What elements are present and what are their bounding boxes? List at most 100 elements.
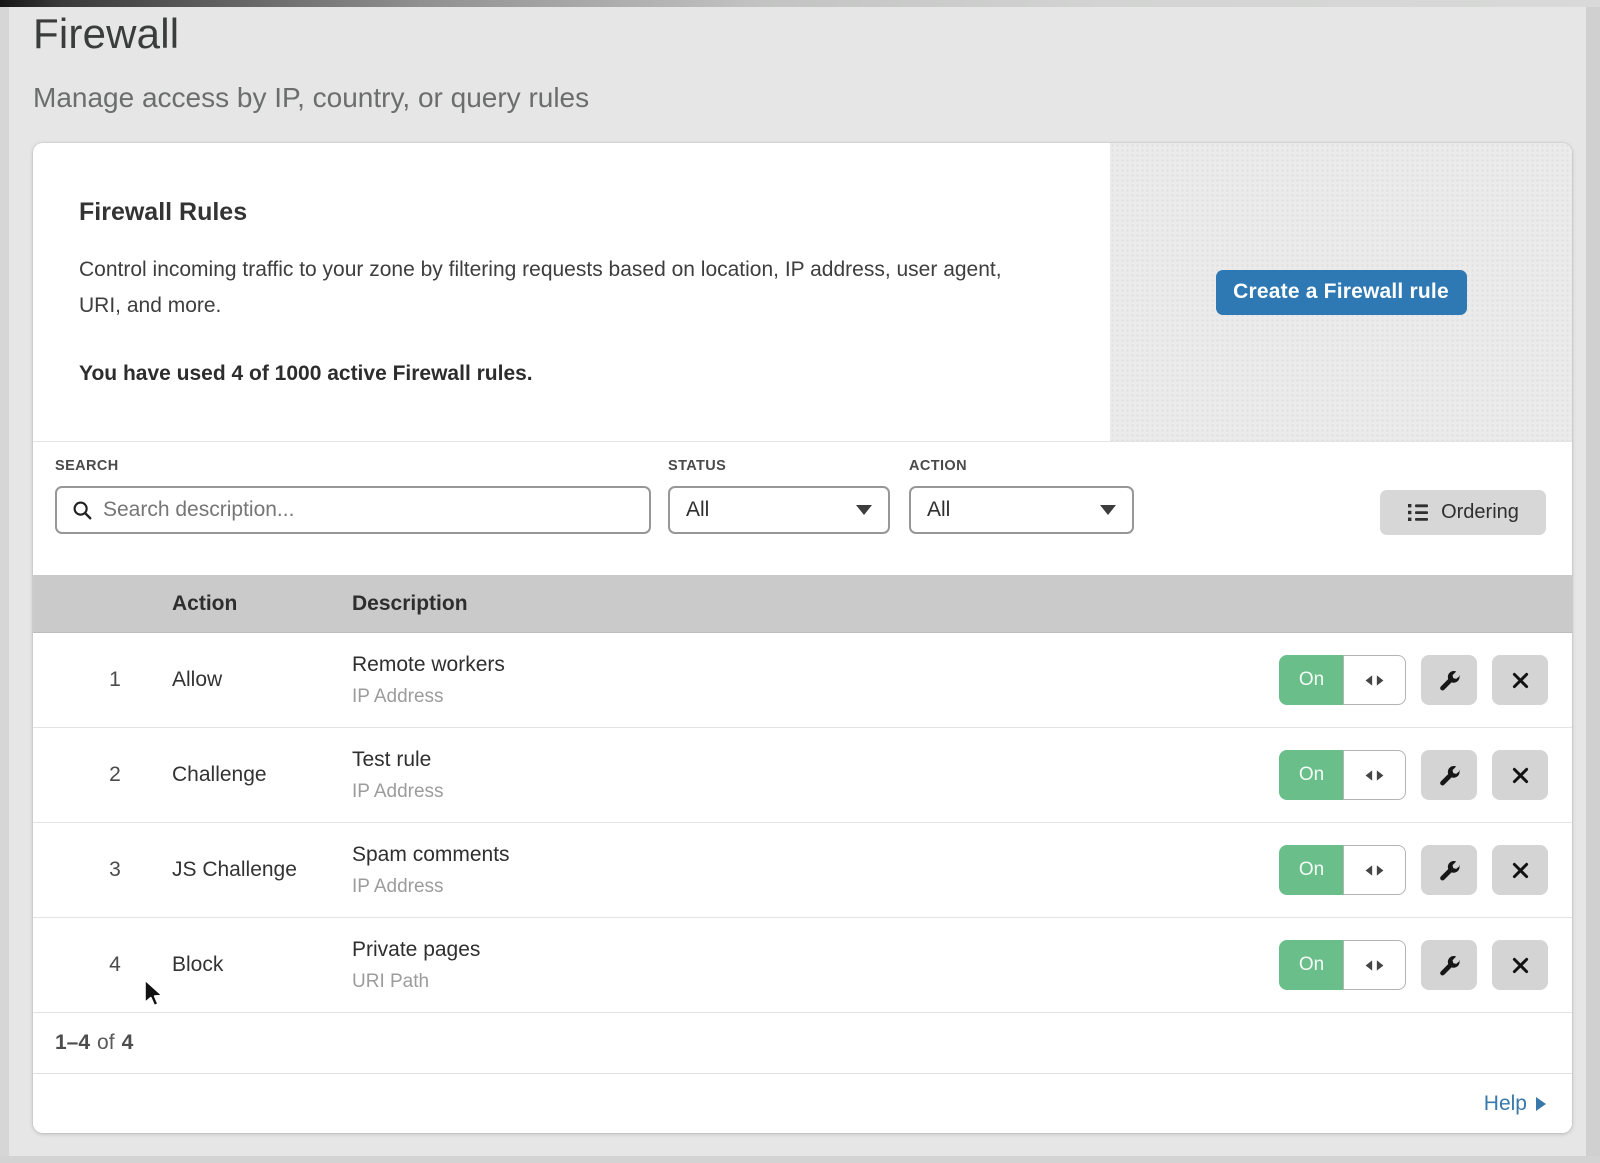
toggle-on-label: On xyxy=(1279,750,1344,800)
overview-section: Firewall Rules Control incoming traffic … xyxy=(33,143,1572,442)
search-label: SEARCH xyxy=(55,458,651,474)
page-header: Firewall Manage access by IP, country, o… xyxy=(33,10,589,114)
table-row: 2 Challenge Test rule IP Address On xyxy=(33,728,1572,823)
help-link[interactable]: Help xyxy=(1484,1092,1546,1116)
pagination-range: 1–4 xyxy=(55,1031,90,1055)
overview-text-block: Firewall Rules Control incoming traffic … xyxy=(33,143,1110,441)
create-rule-panel: Create a Firewall rule xyxy=(1110,143,1572,441)
table-row: 3 JS Challenge Spam comments IP Address … xyxy=(33,823,1572,918)
rule-match-type: IP Address xyxy=(352,876,1279,898)
usage-summary: You have used 4 of 1000 active Firewall … xyxy=(79,362,1050,386)
horizontal-arrows-icon xyxy=(1343,940,1406,990)
action-selected-value: All xyxy=(927,498,950,522)
chevron-down-icon xyxy=(856,505,872,515)
wrench-icon xyxy=(1437,668,1462,693)
help-link-label: Help xyxy=(1484,1092,1527,1116)
pagination: 1–4 of 4 xyxy=(33,1013,1572,1073)
search-filter: SEARCH xyxy=(55,458,651,534)
rule-enabled-toggle[interactable]: On xyxy=(1279,940,1406,990)
status-label: STATUS xyxy=(668,458,890,474)
horizontal-arrows-icon xyxy=(1343,845,1406,895)
rule-enabled-toggle[interactable]: On xyxy=(1279,845,1406,895)
rule-match-type: IP Address xyxy=(352,781,1279,803)
frame-edge-left xyxy=(0,7,9,1163)
list-icon xyxy=(1407,503,1430,522)
frame-edge-bottom xyxy=(0,1156,1600,1163)
frame-edge-right xyxy=(1586,7,1600,1163)
table-header: Action Description xyxy=(33,575,1572,633)
status-selected-value: All xyxy=(686,498,709,522)
rule-description: Remote workers xyxy=(352,653,1279,677)
table-row: 4 Block Private pages URI Path On xyxy=(33,918,1572,1013)
rule-action: JS Challenge xyxy=(172,858,352,882)
rule-priority: 1 xyxy=(33,668,172,692)
delete-rule-button[interactable] xyxy=(1492,940,1548,990)
x-icon xyxy=(1510,860,1531,881)
status-select[interactable]: All xyxy=(668,486,890,534)
horizontal-arrows-icon xyxy=(1343,655,1406,705)
horizontal-arrows-icon xyxy=(1343,750,1406,800)
rule-action: Challenge xyxy=(172,763,352,787)
chevron-down-icon xyxy=(1100,505,1116,515)
filters-bar: SEARCH STATUS All ACTION All xyxy=(33,442,1572,575)
firewall-rules-card: Firewall Rules Control incoming traffic … xyxy=(33,143,1572,1133)
action-label: ACTION xyxy=(909,458,1134,474)
ordering-button-label: Ordering xyxy=(1441,501,1519,524)
table-row: 1 Allow Remote workers IP Address On xyxy=(33,633,1572,728)
edit-rule-button[interactable] xyxy=(1421,750,1477,800)
rule-description-cell: Test rule IP Address xyxy=(352,748,1279,803)
toggle-on-label: On xyxy=(1279,845,1344,895)
rule-description: Private pages xyxy=(352,938,1279,962)
rule-description-cell: Spam comments IP Address xyxy=(352,843,1279,898)
rule-priority: 2 xyxy=(33,763,172,787)
rule-match-type: IP Address xyxy=(352,686,1279,708)
delete-rule-button[interactable] xyxy=(1492,845,1548,895)
rule-description-cell: Remote workers IP Address xyxy=(352,653,1279,708)
column-action: Action xyxy=(172,592,352,616)
section-title: Firewall Rules xyxy=(79,198,1050,227)
card-footer: Help xyxy=(33,1073,1572,1133)
wrench-icon xyxy=(1437,763,1462,788)
x-icon xyxy=(1510,670,1531,691)
rule-description: Spam comments xyxy=(352,843,1279,867)
status-filter: STATUS All xyxy=(668,458,890,534)
frame-edge-top xyxy=(0,0,1600,7)
x-icon xyxy=(1510,765,1531,786)
rule-action: Block xyxy=(172,953,352,977)
rule-enabled-toggle[interactable]: On xyxy=(1279,750,1406,800)
toggle-on-label: On xyxy=(1279,655,1344,705)
column-description: Description xyxy=(352,592,1572,616)
edit-rule-button[interactable] xyxy=(1421,845,1477,895)
action-select[interactable]: All xyxy=(909,486,1134,534)
ordering-button[interactable]: Ordering xyxy=(1380,490,1546,535)
rule-enabled-toggle[interactable]: On xyxy=(1279,655,1406,705)
create-firewall-rule-button[interactable]: Create a Firewall rule xyxy=(1216,270,1467,315)
rule-description: Test rule xyxy=(352,748,1279,772)
arrow-right-icon xyxy=(1536,1097,1546,1111)
rule-description-cell: Private pages URI Path xyxy=(352,938,1279,993)
search-icon xyxy=(71,499,93,521)
rule-action: Allow xyxy=(172,668,352,692)
section-description: Control incoming traffic to your zone by… xyxy=(79,252,1034,324)
pagination-total: 4 xyxy=(122,1031,134,1055)
rule-controls: On xyxy=(1279,750,1572,800)
edit-rule-button[interactable] xyxy=(1421,655,1477,705)
rule-controls: On xyxy=(1279,940,1572,990)
pagination-of: of xyxy=(97,1031,115,1055)
rule-match-type: URI Path xyxy=(352,971,1279,993)
wrench-icon xyxy=(1437,953,1462,978)
delete-rule-button[interactable] xyxy=(1492,655,1548,705)
page-title: Firewall xyxy=(33,10,589,58)
edit-rule-button[interactable] xyxy=(1421,940,1477,990)
search-input-wrapper[interactable] xyxy=(55,486,651,534)
page-subtitle: Manage access by IP, country, or query r… xyxy=(33,82,589,114)
rule-controls: On xyxy=(1279,655,1572,705)
rule-priority: 4 xyxy=(33,953,172,977)
wrench-icon xyxy=(1437,858,1462,883)
rule-priority: 3 xyxy=(33,858,172,882)
action-filter: ACTION All xyxy=(909,458,1134,534)
toggle-on-label: On xyxy=(1279,940,1344,990)
rule-controls: On xyxy=(1279,845,1572,895)
search-input[interactable] xyxy=(103,498,635,522)
delete-rule-button[interactable] xyxy=(1492,750,1548,800)
